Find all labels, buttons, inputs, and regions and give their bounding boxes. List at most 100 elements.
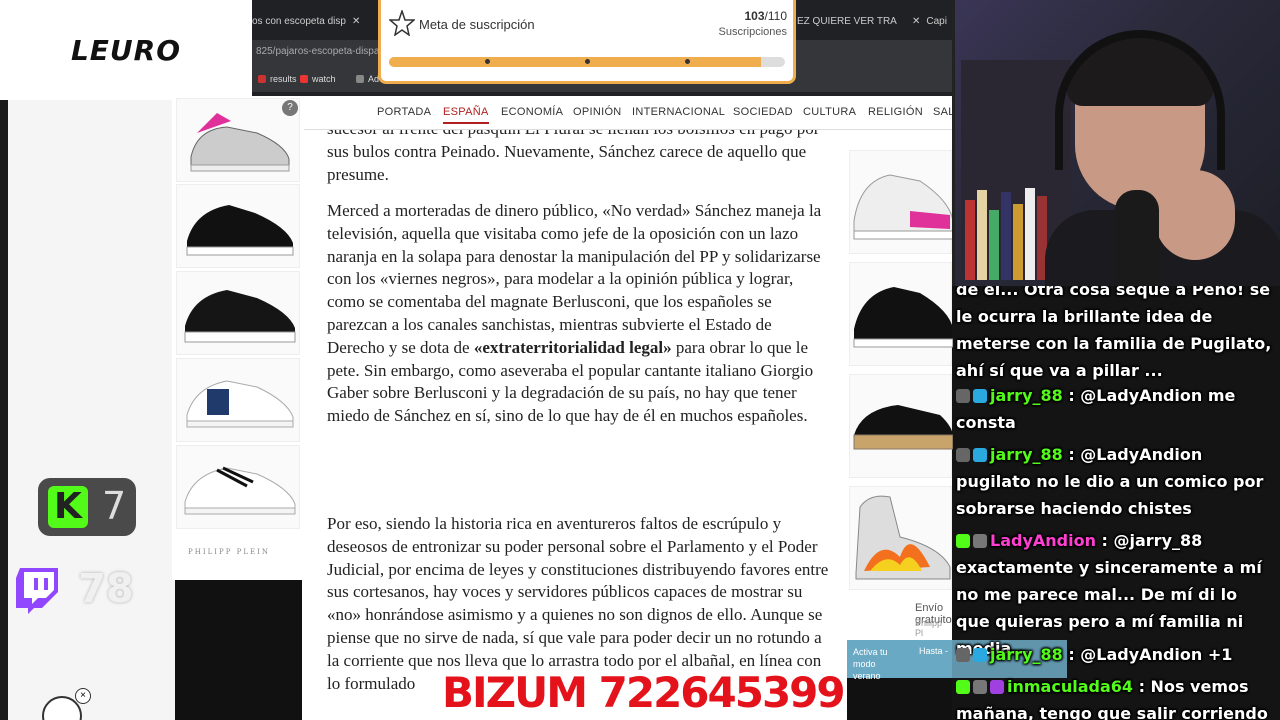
chat-username[interactable]: LadyAndion <box>990 531 1096 550</box>
chat-text: : @jarry_88 exactamente y sinceramente a… <box>956 531 1262 658</box>
logo-text: LEURO <box>70 33 182 67</box>
chat-text: : @LadyAndion +1 <box>1062 645 1233 664</box>
url-text: 825/pajaros-escopeta-dispa <box>256 46 380 57</box>
goal-current: 103 <box>744 9 765 23</box>
chat-message: jarry_88 : @LadyAndion me consta <box>956 382 1276 436</box>
close-icon[interactable]: × <box>75 688 91 704</box>
product-sneaker-black-white[interactable] <box>176 271 300 355</box>
twitch-viewer-count: 78 <box>78 566 134 612</box>
kick-viewers: K 7 <box>38 478 136 536</box>
bookmark-ad[interactable]: Ad <box>356 74 379 84</box>
sneaker-image <box>853 287 954 348</box>
tab-title: Capi <box>926 15 947 27</box>
youtube-icon <box>300 75 308 83</box>
bold-text: «extraterritorialidad legal» <box>473 337 672 357</box>
chat-message: de él... Otra cosa seque a Peñó! se le o… <box>956 286 1276 384</box>
nav-cultura[interactable]: CULTURA <box>803 106 856 118</box>
person-hand <box>1155 170 1235 260</box>
chat-username[interactable]: jarry_88 <box>990 386 1063 405</box>
kick-viewer-count: 7 <box>102 484 127 528</box>
browser-tab[interactable]: EZ QUIERE VER TRA <box>797 8 907 34</box>
progress-marker <box>685 59 690 64</box>
product-ad-right[interactable]: Envío gratuito Philipp Pl <box>847 130 954 678</box>
badge-icon <box>956 389 970 403</box>
sneaker-image <box>186 380 294 428</box>
badge-icon <box>990 680 1004 694</box>
goal-label: Suscripciones <box>718 26 787 38</box>
nav-portada[interactable]: PORTADA <box>377 106 431 118</box>
chat-message: jarry_88 : @LadyAndion +1 <box>956 641 1276 668</box>
sneaker-image <box>853 174 954 240</box>
nav-sociedad[interactable]: SOCIEDAD <box>733 106 793 118</box>
article-paragraph: Merced a morteradas de dinero público, «… <box>327 200 832 428</box>
product-sneaker-black[interactable] <box>849 262 954 366</box>
twitch-icon <box>16 568 58 614</box>
sneaker-image <box>184 466 296 515</box>
product-sneaker-flames[interactable] <box>849 486 952 590</box>
promo-until: Hasta - <box>919 646 949 656</box>
channel-logo: LEURO <box>0 0 252 100</box>
bookmark-results[interactable]: results <box>258 74 297 84</box>
headphones <box>1055 30 1225 170</box>
article-paragraph: sucesor al frente del pasquín El Plural … <box>327 130 819 184</box>
kick-icon: K <box>48 486 88 528</box>
product-sneaker-white-blue[interactable] <box>176 358 300 442</box>
product-sneaker-white-laces[interactable] <box>176 445 300 529</box>
promo-text: Activa tu modo verano <box>853 647 888 681</box>
chat-username[interactable]: jarry_88 <box>990 645 1063 664</box>
browser-tab[interactable]: os con escopeta disp ✕ <box>252 8 372 34</box>
bookmark-watch[interactable]: watch <box>300 74 336 84</box>
product-espadrille[interactable] <box>849 374 954 478</box>
sneaker-image <box>855 495 951 580</box>
close-icon[interactable]: ✕ <box>912 16 920 27</box>
progress-marker <box>585 59 590 64</box>
microphone <box>1115 190 1159 286</box>
product-ad-left[interactable]: ? PHILIPP PLEIN <box>172 96 304 580</box>
product-sneaker-glitter[interactable] <box>849 150 954 254</box>
left-dark-edge <box>0 100 8 720</box>
close-icon[interactable]: ✕ <box>352 16 360 27</box>
nav-religion[interactable]: RELIGIÓN <box>868 106 923 118</box>
goal-progress-fill <box>389 57 762 67</box>
sneaker-image <box>186 205 294 256</box>
sneaker-image <box>853 405 954 450</box>
help-badge[interactable]: ? <box>282 100 298 116</box>
bookmark-label: results <box>270 74 297 84</box>
product-sneaker-black[interactable] <box>176 184 300 268</box>
goal-count: 103/110 <box>745 9 788 23</box>
badge-icon <box>956 448 970 462</box>
nav-espana[interactable]: ESPAÑA <box>443 106 489 124</box>
bookmark-label: watch <box>312 74 336 84</box>
goal-total: /110 <box>764 9 787 23</box>
badge-icon <box>956 680 970 694</box>
star-icon <box>389 10 415 36</box>
site-navigation: PORTADA ESPAÑA ECONOMÍA OPINIÓN INTERNAC… <box>302 96 954 130</box>
badge-icon <box>956 534 970 548</box>
brand-logo: PHILIPP PLEIN <box>188 548 270 556</box>
subscription-goal-widget: Meta de suscripción 103/110 Suscripcione… <box>378 0 796 84</box>
chat-text: de él... Otra cosa seque a Peñó! se le o… <box>956 286 1272 380</box>
badge-icon <box>956 648 970 662</box>
bizum-donation-text: BIZUM 722645399 <box>442 668 846 717</box>
chat-message: jarry_88 : @LadyAndion pugilato no le di… <box>956 441 1276 522</box>
text-span: Merced a morteradas de dinero público, «… <box>327 201 822 357</box>
webcam-feed <box>952 0 1280 286</box>
badge-icon <box>973 534 987 548</box>
chat-message: inmaculada64 : Nos vemos mañana, tengo q… <box>956 673 1276 720</box>
nav-opinion[interactable]: OPINIÓN <box>573 106 622 118</box>
live-chat: de él... Otra cosa seque a Peñó! se le o… <box>952 286 1280 720</box>
browser-tab[interactable]: ✕ Capi <box>912 8 952 34</box>
product-sneaker-pink[interactable] <box>176 98 300 182</box>
bookmark-icon <box>258 75 266 83</box>
nav-economia[interactable]: ECONOMÍA <box>501 106 563 118</box>
chat-username[interactable]: inmaculada64 <box>1007 677 1133 696</box>
progress-marker <box>485 59 490 64</box>
goal-title: Meta de suscripción <box>419 17 535 32</box>
crown-icon <box>973 448 987 462</box>
bookmark-icon <box>356 75 364 83</box>
article-body: sucesor al frente del pasquín El Plural … <box>302 130 847 720</box>
tab-title: EZ QUIERE VER TRA <box>797 15 897 27</box>
brand-small: Philipp Pl <box>915 618 943 638</box>
nav-internacional[interactable]: INTERNACIONAL <box>632 106 725 118</box>
chat-username[interactable]: jarry_88 <box>990 445 1063 464</box>
